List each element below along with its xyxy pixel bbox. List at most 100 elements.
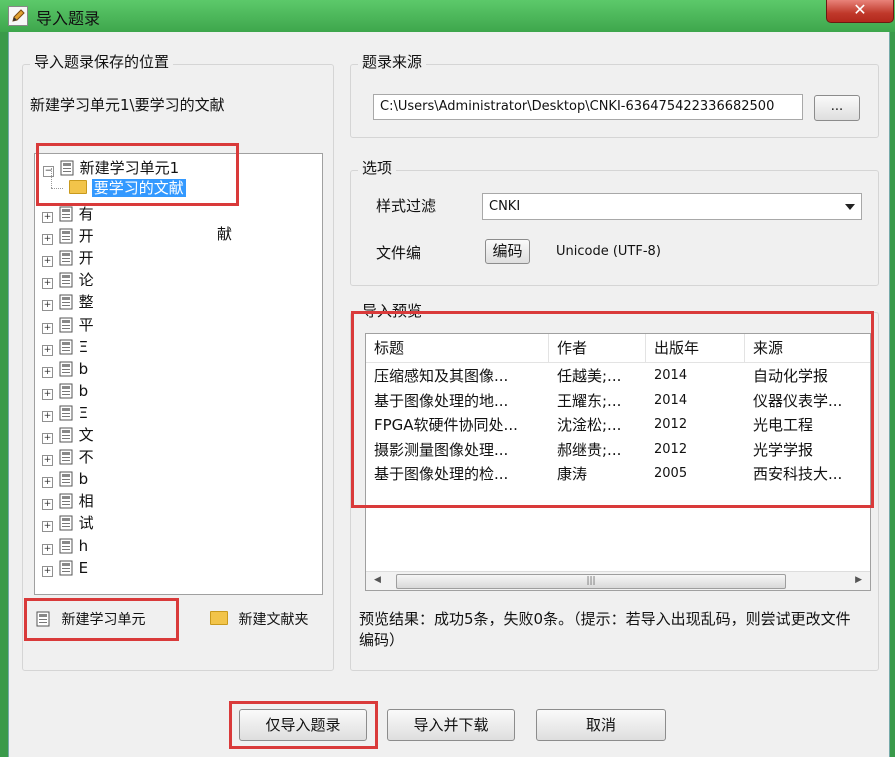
scroll-right-icon[interactable]: ▶	[855, 575, 862, 585]
expand-icon[interactable]: +	[42, 212, 53, 223]
tree-node-collapsed[interactable]: + 整	[42, 292, 94, 312]
tree-node-root[interactable]: − 新建学习单元1	[43, 158, 179, 178]
tree-node-collapsed[interactable]: + b	[42, 359, 88, 379]
expand-icon[interactable]: +	[42, 455, 53, 467]
source-path-field[interactable]: C:\Users\Administrator\Desktop\CNKI-6364…	[373, 94, 803, 120]
tree-node-collapsed[interactable]: + Ξ	[42, 403, 88, 423]
cancel-button[interactable]: 取消	[536, 709, 666, 741]
tree-node-collapsed[interactable]: + Ξ	[42, 337, 88, 357]
tree-node-label: 有	[78, 205, 94, 223]
tree-node-label: b	[78, 359, 89, 378]
tree-node-label: 相	[78, 492, 94, 511]
study-unit-icon	[59, 272, 73, 288]
column-header-source[interactable]: 来源	[745, 334, 870, 362]
column-header-year[interactable]: 出版年	[646, 334, 745, 362]
tree-node-collapsed[interactable]: + 文	[42, 425, 94, 445]
tree-node-label: E	[78, 558, 89, 577]
scroll-thumb[interactable]: |||	[396, 574, 786, 589]
horizontal-scrollbar[interactable]: ◀ ||| ▶	[366, 571, 870, 590]
tree-node-collapsed[interactable]: + b	[42, 469, 88, 489]
expand-icon[interactable]: +	[42, 278, 53, 290]
chevron-down-icon	[845, 204, 855, 210]
tree-node-collapsed[interactable]: + 不	[42, 447, 94, 467]
tree-node-selected-label: 要学习的文献	[91, 179, 186, 197]
encoding-button[interactable]: 编码	[485, 239, 530, 264]
table-cell: 摄影测量图像处理...	[374, 440, 509, 459]
options-group	[350, 170, 879, 286]
expand-icon[interactable]: +	[42, 322, 53, 334]
browse-button[interactable]: ...	[814, 95, 860, 121]
expand-icon[interactable]: +	[42, 499, 53, 511]
close-button[interactable]: ✕	[826, 0, 894, 23]
expand-icon[interactable]: +	[42, 543, 53, 555]
new-unit-label: 新建学习单元	[61, 612, 146, 628]
expand-icon[interactable]: +	[42, 300, 53, 312]
table-row[interactable]: 基于图像处理的地... 王耀东;... 2014 仪器仪表学...	[366, 389, 870, 413]
tree-node-collapsed[interactable]: + h	[42, 536, 88, 556]
tree-node-label: Ξ	[78, 403, 89, 422]
study-unit-icon	[59, 339, 73, 355]
preview-result-text: 预览结果：成功5条，失败0条。（提示：若导入出现乱码，则尝试更改文件编码）	[359, 610, 851, 649]
table-row[interactable]: 压缩感知及其图像... 任越美;... 2014 自动化学报	[366, 364, 870, 388]
tree-node-label: 文	[78, 426, 94, 444]
folder-icon	[210, 611, 228, 625]
tree-node-collapsed[interactable]: + 平	[42, 315, 94, 335]
import-download-button[interactable]: 导入并下载	[387, 709, 515, 741]
window-title: 导入题录	[36, 9, 101, 28]
tree-node-collapsed[interactable]: + 有	[42, 204, 94, 224]
table-row[interactable]: 摄影测量图像处理... 郝继贵;... 2012 光学学报	[366, 438, 870, 462]
expand-icon[interactable]: +	[42, 477, 53, 489]
style-filter-value: CNKI	[489, 199, 521, 214]
study-unit-icon	[59, 427, 73, 443]
expand-icon[interactable]: +	[42, 433, 53, 444]
expand-icon[interactable]: +	[42, 344, 53, 356]
study-unit-icon	[59, 560, 73, 576]
expand-icon[interactable]: +	[42, 565, 53, 577]
study-unit-icon	[59, 515, 73, 531]
import-only-button[interactable]: 仅导入题录	[239, 709, 367, 741]
expand-icon[interactable]: +	[42, 410, 53, 422]
tree-node-collapsed[interactable]: + 试	[42, 513, 94, 533]
study-unit-icon	[59, 228, 73, 244]
table-cell: FPGA软硬件协同处...	[374, 416, 518, 434]
tree-node-collapsed[interactable]: + b	[42, 381, 88, 401]
table-cell: 光学学报	[753, 440, 814, 459]
expand-icon[interactable]: +	[42, 256, 53, 268]
tree-node-collapsed[interactable]: + 论	[42, 270, 94, 290]
expand-icon[interactable]: +	[42, 388, 53, 400]
table-cell: 2012	[654, 441, 688, 457]
tree-node-label: 不	[78, 448, 94, 467]
scroll-left-icon[interactable]: ◀	[374, 575, 381, 585]
new-folder-button[interactable]: 新建文献夹	[210, 609, 308, 631]
tree-node-collapsed[interactable]: + 相	[42, 491, 94, 511]
title-bar: 导入题录 ✕	[0, 0, 895, 32]
study-unit-icon	[59, 206, 73, 222]
tree-node-collapsed[interactable]: + 开	[42, 248, 94, 268]
table-cell: 2014	[654, 392, 688, 408]
expand-icon[interactable]: +	[42, 521, 53, 533]
new-unit-button[interactable]: 新建学习单元	[35, 609, 145, 631]
tree-node-root-label: 新建学习单元1	[79, 159, 180, 177]
expand-icon[interactable]: +	[42, 234, 53, 246]
expand-icon[interactable]: +	[42, 366, 53, 378]
column-header-title[interactable]: 标题	[366, 334, 549, 362]
table-row[interactable]: FPGA软硬件协同处... 沈淦松;... 2012 光电工程	[366, 413, 870, 437]
style-filter-select[interactable]: CNKI	[482, 193, 862, 220]
tree-node-collapsed[interactable]: + E	[42, 558, 88, 578]
column-header-author[interactable]: 作者	[549, 334, 646, 362]
table-cell: 基于图像处理的检...	[374, 465, 509, 483]
table-cell: 仪器仪表学...	[753, 391, 843, 410]
table-cell: 2014	[654, 368, 688, 383]
study-unit-icon	[36, 611, 50, 627]
preview-table[interactable]: 标题 作者 出版年 来源 压缩感知及其图像... 任越美;... 2014 自动化学报…	[365, 333, 871, 591]
tree-node-collapsed[interactable]: + 开	[42, 226, 94, 246]
tree-node-label: 论	[78, 271, 94, 290]
study-unit-icon	[59, 294, 73, 310]
tree-node-selected[interactable]: 要学习的文献	[51, 168, 186, 198]
study-unit-icon	[60, 160, 74, 176]
table-row[interactable]: 基于图像处理的检... 康涛 2005 西安科技大...	[366, 462, 870, 486]
study-unit-icon	[59, 317, 73, 332]
encoding-value: Unicode (UTF-8)	[556, 244, 661, 259]
save-path-label: 新建学习单元1\要学习的文献	[30, 96, 225, 114]
study-unit-icon	[59, 471, 73, 487]
